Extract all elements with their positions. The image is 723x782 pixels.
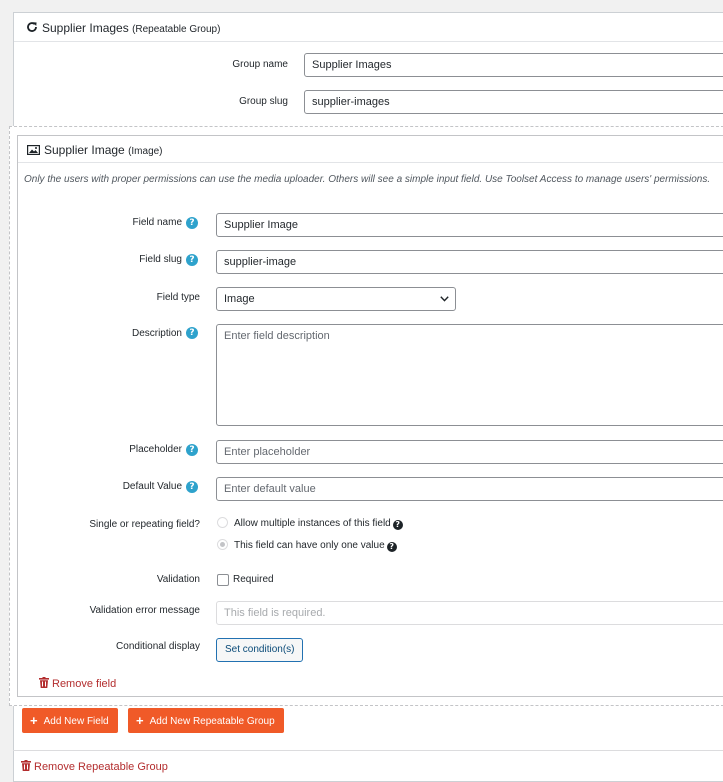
group-title: Supplier Images (Repeatable Group): [42, 21, 220, 35]
remove-repeatable-group-link[interactable]: Remove Repeatable Group: [21, 760, 168, 773]
group-name-label: Group name: [232, 59, 288, 70]
add-repeatable-group-label: Add New Repeatable Group: [149, 716, 275, 727]
validation-label: Validation: [156, 574, 200, 585]
add-new-field-label: Add New Field: [43, 716, 109, 727]
remove-field-link[interactable]: Remove field: [39, 677, 116, 690]
field-type-value: Image: [224, 293, 255, 305]
group-settings: Group name Supplier Images Group slug su…: [14, 42, 723, 128]
repeat-label: Single or repeating field?: [89, 519, 200, 530]
help-icon[interactable]: ?: [392, 520, 403, 530]
add-new-field-button[interactable]: + Add New Field: [22, 708, 118, 733]
radio-single-text: This field can have only one value: [234, 540, 385, 551]
placeholder-input[interactable]: Enter placeholder: [216, 440, 723, 464]
field-type-label: Field type: [156, 292, 200, 303]
help-icon[interactable]: ?: [186, 254, 198, 266]
error-message-input[interactable]: This field is required.: [216, 601, 723, 625]
add-repeatable-group-button[interactable]: + Add New Repeatable Group: [128, 708, 284, 733]
help-icon[interactable]: ?: [186, 444, 198, 456]
field-type-tag: (Image): [128, 146, 163, 157]
default-value-input[interactable]: Enter default value: [216, 477, 723, 501]
group-header: Supplier Images (Repeatable Group): [14, 13, 723, 42]
field-slug-label: Field slug: [139, 254, 182, 265]
field-title-text: Supplier Image: [44, 143, 125, 157]
placeholder-label: Placeholder: [129, 444, 182, 455]
divider: [13, 750, 723, 751]
required-checkbox[interactable]: [217, 574, 229, 586]
group-title-text: Supplier Images: [42, 21, 129, 35]
field-panel: Supplier Image (Image) Only the users wi…: [17, 135, 723, 697]
help-icon[interactable]: ?: [386, 542, 397, 552]
error-message-label: Validation error message: [89, 605, 200, 616]
field-slug-input[interactable]: supplier-image: [216, 250, 723, 274]
refresh-icon[interactable]: [26, 21, 38, 33]
field-name-label: Field name: [132, 217, 182, 228]
plus-icon: +: [30, 713, 38, 728]
group-slug-label: Group slug: [239, 96, 288, 107]
field-title: Supplier Image (Image): [44, 143, 163, 157]
permissions-notice: Only the users with proper permissions c…: [24, 174, 711, 185]
remove-field-text: Remove field: [52, 678, 117, 690]
field-name-input[interactable]: Supplier Image: [216, 213, 723, 237]
conditional-label: Conditional display: [116, 641, 200, 652]
help-icon[interactable]: ?: [186, 481, 198, 493]
field-header[interactable]: Supplier Image (Image): [18, 136, 723, 163]
radio-multiple[interactable]: [217, 517, 228, 528]
help-icon[interactable]: ?: [186, 217, 198, 229]
set-conditions-button[interactable]: Set condition(s): [216, 638, 304, 662]
required-label: Required: [233, 574, 274, 585]
field-type-select[interactable]: Image: [216, 287, 456, 311]
radio-multiple-label: Allow multiple instances of this field?: [234, 518, 403, 530]
description-label: Description: [131, 328, 182, 339]
radio-single-label: This field can have only one value?: [234, 540, 397, 552]
image-icon: [27, 145, 40, 155]
chevron-down-icon: [440, 296, 449, 302]
default-value-label: Default Value: [122, 481, 182, 492]
group-type: (Repeatable Group): [132, 24, 221, 35]
remove-repeatable-group-text: Remove Repeatable Group: [34, 761, 168, 773]
trash-icon: [21, 760, 31, 771]
radio-single[interactable]: [217, 539, 228, 550]
group-slug-input[interactable]: supplier-images: [304, 90, 723, 114]
group-name-input[interactable]: Supplier Images: [304, 53, 723, 77]
trash-icon: [39, 677, 49, 688]
help-icon[interactable]: ?: [186, 327, 198, 339]
radio-multiple-text: Allow multiple instances of this field: [234, 518, 391, 529]
plus-icon: +: [136, 713, 144, 728]
description-textarea[interactable]: Enter field description: [216, 324, 723, 426]
